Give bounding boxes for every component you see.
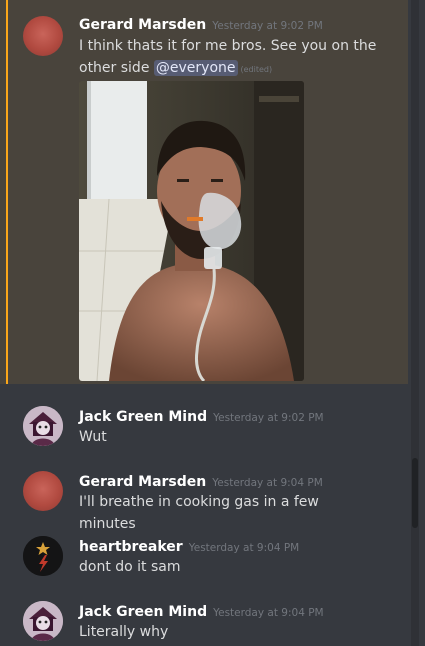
message-header: heartbreaker Yesterday at 9:04 PM	[79, 536, 299, 555]
scrollbar-thumb[interactable]	[412, 458, 418, 528]
character-avatar-icon	[23, 406, 63, 446]
edited-label: (edited)	[240, 65, 273, 74]
message-text: Literally why	[79, 624, 169, 640]
timestamp: Yesterday at 9:04 PM	[212, 477, 323, 489]
message-text-line: other side @everyone (edited)	[79, 57, 379, 81]
timestamp: Yesterday at 9:04 PM	[188, 542, 300, 554]
chat-message-list: Gerard Marsden Yesterday at 9:02 PM I thi…	[0, 0, 425, 646]
username[interactable]: Gerard Marsden	[79, 474, 206, 490]
message: Jack Green Mind Yesterday at 9:02 PM Wut	[0, 384, 408, 449]
avatar[interactable]	[23, 406, 63, 446]
message-highlighted: Gerard Marsden Yesterday at 9:02 PM I thi…	[0, 0, 408, 384]
everyone-mention[interactable]: @everyone	[153, 60, 238, 76]
username[interactable]: Jack Green Mind	[79, 604, 207, 620]
username[interactable]: Jack Green Mind	[79, 409, 207, 425]
username[interactable]: Gerard Marsden	[79, 17, 206, 33]
photo-attachment[interactable]	[79, 81, 304, 381]
star-bolt-avatar-icon	[23, 536, 63, 576]
message: Gerard Marsden Yesterday at 9:04 PM I'll …	[0, 449, 408, 532]
message-text-line: I think thats it for me bros. See you on…	[79, 38, 377, 54]
message: Jack Green Mind Yesterday at 9:04 PM Lite…	[0, 579, 408, 646]
timestamp: Yesterday at 9:04 PM	[213, 607, 324, 619]
message-content: I think thats it for me bros. See you on…	[79, 35, 379, 81]
character-avatar-icon	[23, 601, 63, 641]
message: heartbreaker Yesterday at 9:04 PM dont do…	[0, 514, 408, 579]
timestamp: Yesterday at 9:02 PM	[212, 20, 323, 32]
avatar[interactable]	[23, 16, 63, 56]
message-text: Wut	[79, 429, 107, 445]
message-text: other side	[79, 60, 154, 76]
message-header: Gerard Marsden Yesterday at 9:04 PM	[79, 471, 323, 490]
mention-highlight-bar	[6, 0, 8, 384]
avatar[interactable]	[23, 601, 63, 641]
timestamp: Yesterday at 9:02 PM	[213, 412, 324, 424]
message-header: Jack Green Mind Yesterday at 9:04 PM	[79, 601, 324, 620]
scrollbar-track[interactable]	[411, 0, 419, 646]
message-header: Gerard Marsden Yesterday at 9:02 PM	[79, 14, 323, 33]
username[interactable]: heartbreaker	[79, 539, 183, 555]
photo-attachment-image	[79, 81, 304, 381]
avatar[interactable]	[23, 471, 63, 511]
message-header: Jack Green Mind Yesterday at 9:02 PM	[79, 406, 324, 425]
avatar[interactable]	[23, 536, 63, 576]
message-text: dont do it sam	[79, 559, 181, 575]
